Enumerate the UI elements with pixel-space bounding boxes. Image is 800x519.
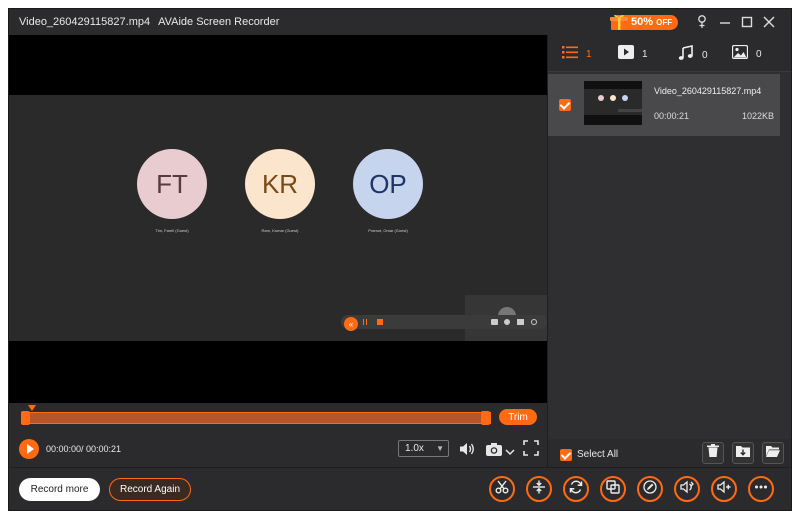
- playback-controls: 00:00:00/ 00:00:21 1.0x ▼: [9, 431, 547, 467]
- export-button[interactable]: [732, 442, 754, 464]
- tab-image-count: 0: [756, 49, 762, 60]
- chevron-down-icon: ▼: [436, 444, 444, 453]
- trim-end-handle[interactable]: [481, 411, 490, 425]
- maximize-icon[interactable]: [739, 14, 755, 30]
- trim-timeline[interactable]: Trim: [9, 403, 547, 431]
- participant-initials-1: FT: [156, 168, 188, 199]
- video-preview[interactable]: FT KR OP Tim, Farell (Guest) Ram, Kumar …: [9, 35, 547, 403]
- discount-value: 50%: [631, 15, 654, 28]
- select-all-checkbox[interactable]: [560, 449, 572, 461]
- copy-icon: [606, 479, 620, 499]
- delete-button[interactable]: [702, 442, 724, 464]
- edit-tool-button[interactable]: [637, 476, 663, 502]
- list-item[interactable]: Video_260429115827.mp4 00:00:21 1022KB: [548, 74, 780, 136]
- discount-suffix: OFF: [656, 17, 673, 27]
- minimize-icon[interactable]: [717, 14, 733, 30]
- gift-icon: [609, 12, 629, 32]
- copy-tool-button[interactable]: [600, 476, 626, 502]
- participant-avatar-3: OP: [353, 149, 423, 219]
- tab-audio[interactable]: 0: [678, 45, 708, 66]
- recording-toolbar-overlay: [341, 315, 547, 329]
- select-all-label[interactable]: Select All: [577, 449, 618, 460]
- tab-video-count: 1: [642, 49, 648, 60]
- playback-time: 00:00:00/ 00:00:21: [46, 444, 122, 454]
- recording-list: Video_260429115827.mp4 00:00:21 1022KB: [548, 71, 791, 439]
- bottom-toolbar: Record more Record Again: [9, 467, 791, 510]
- participant-initials-3: OP: [369, 168, 407, 199]
- participant-initials-2: KR: [261, 168, 299, 199]
- collapse-toolbar-icon: «: [344, 317, 358, 331]
- pin-icon[interactable]: [694, 14, 710, 30]
- camera-icon[interactable]: [485, 440, 503, 458]
- item-thumbnail: [584, 81, 642, 125]
- folder-export-icon: [736, 444, 750, 462]
- app-window: Video_260429115827.mp4 AVAide Screen Rec…: [8, 8, 792, 511]
- item-filename: Video_260429115827.mp4: [654, 86, 762, 96]
- record-more-button[interactable]: Record more: [19, 478, 100, 501]
- record-again-button[interactable]: Record Again: [109, 478, 191, 501]
- timeline-track[interactable]: [21, 412, 491, 424]
- more-tools-button[interactable]: [748, 476, 774, 502]
- participant-name-2: Ram, Kumar (Guest): [261, 228, 299, 233]
- scissors-icon: [495, 480, 509, 499]
- item-checkbox[interactable]: [559, 99, 571, 111]
- fullscreen-icon[interactable]: [523, 440, 539, 456]
- video-icon: [618, 45, 634, 64]
- audio-convert-button[interactable]: [674, 476, 700, 502]
- window-filename: Video_260429115827.mp4: [19, 16, 151, 28]
- close-icon[interactable]: [761, 14, 777, 30]
- speed-value: 1.0x: [405, 443, 424, 454]
- compress-icon: [532, 480, 546, 499]
- audio-icon: [678, 45, 694, 66]
- participant-name-1: Tim, Farell (Guest): [155, 228, 189, 233]
- play-button[interactable]: [19, 439, 39, 459]
- trash-icon: [707, 444, 719, 462]
- more-icon: [754, 480, 768, 499]
- folder-icon: [766, 444, 780, 462]
- edit-icon: [643, 479, 657, 499]
- window-app-name: AVAide Screen Recorder: [158, 16, 280, 28]
- speaker-plus-icon: [717, 480, 731, 499]
- convert-tool-button[interactable]: [563, 476, 589, 502]
- volume-icon[interactable]: [458, 440, 476, 458]
- tab-all-count: 1: [586, 49, 592, 60]
- tab-image[interactable]: 0: [731, 44, 762, 64]
- chevron-down-icon[interactable]: [505, 444, 515, 456]
- recorded-screen: FT KR OP Tim, Farell (Guest) Ram, Kumar …: [9, 95, 547, 341]
- merge-tool-button[interactable]: [526, 476, 552, 502]
- tab-audio-count: 0: [702, 50, 708, 61]
- participant-avatar-2: KR: [245, 149, 315, 219]
- media-library-panel: 1 1 0 0 Video_260429115827.mp4 00:00:21 …: [547, 35, 791, 467]
- image-icon: [731, 44, 749, 64]
- trim-button[interactable]: Trim: [499, 409, 537, 425]
- promo-badge[interactable]: 50% OFF: [609, 12, 679, 32]
- tab-all[interactable]: 1: [562, 45, 592, 64]
- list-footer: Select All: [548, 439, 791, 467]
- playhead-marker[interactable]: [28, 405, 36, 411]
- cut-tool-button[interactable]: [489, 476, 515, 502]
- title-bar: Video_260429115827.mp4 AVAide Screen Rec…: [9, 9, 791, 35]
- item-filesize: 1022KB: [742, 111, 775, 121]
- media-tabs: 1 1 0 0: [548, 35, 791, 71]
- participant-avatar-1: FT: [137, 149, 207, 219]
- participant-name-3: Pramot, Omar (Guest): [368, 228, 408, 233]
- volume-boost-button[interactable]: [711, 476, 737, 502]
- trim-start-handle[interactable]: [21, 411, 30, 425]
- open-folder-button[interactable]: [762, 442, 784, 464]
- item-duration: 00:00:21: [654, 111, 690, 121]
- speed-select[interactable]: 1.0x ▼: [398, 440, 449, 457]
- speaker-loop-icon: [680, 480, 694, 499]
- refresh-icon: [569, 480, 583, 499]
- tab-video[interactable]: 1: [618, 45, 648, 64]
- list-icon: [562, 45, 578, 64]
